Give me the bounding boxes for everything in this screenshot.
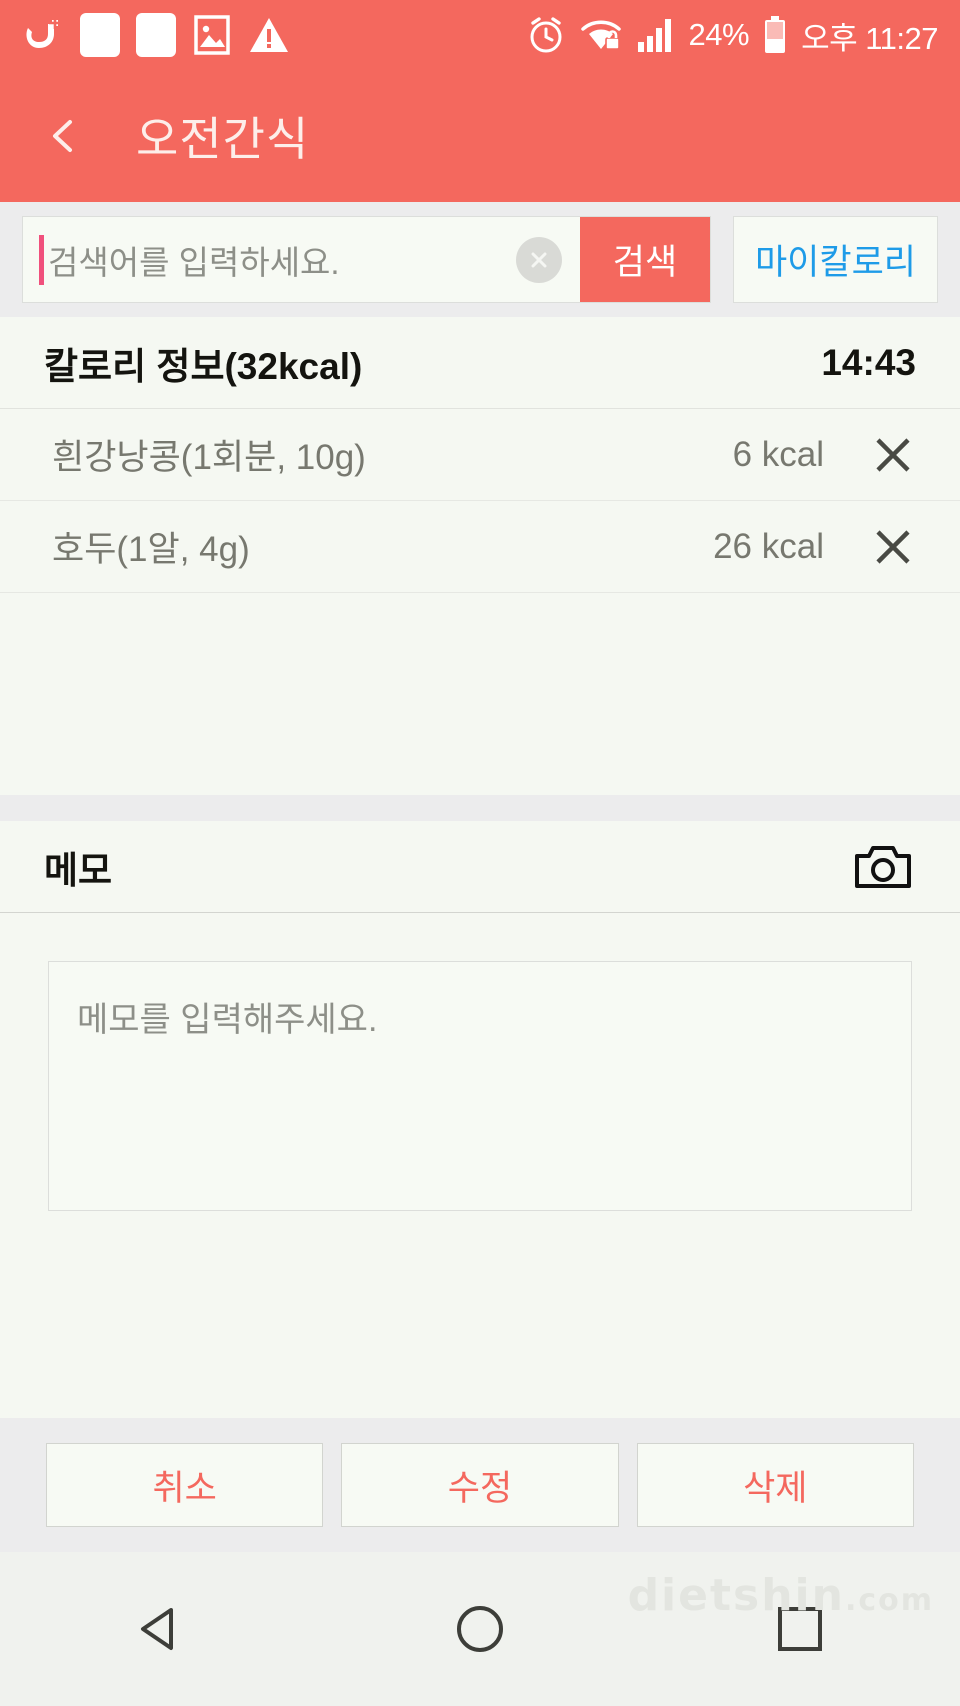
- cancel-button[interactable]: 취소: [46, 1443, 324, 1527]
- status-bar-right-icons: 24% 오후 11:27: [526, 13, 938, 58]
- status-bar-clock: 오후 11:27: [801, 20, 938, 56]
- calorie-info-time: 14:43: [821, 341, 916, 383]
- camera-icon[interactable]: [854, 844, 912, 890]
- table-row[interactable]: 흰강낭콩(1회분, 10g) 6 kcal: [0, 409, 960, 501]
- image-icon: [194, 15, 230, 55]
- wifi-locked-icon: [580, 20, 621, 50]
- close-x-icon[interactable]: [870, 524, 916, 570]
- search-button[interactable]: 검색: [580, 217, 710, 302]
- search-input[interactable]: 검색어를 입력하세요.: [23, 217, 516, 302]
- memo-header: 메모: [0, 821, 960, 913]
- memo-body: 메모를 입력해주세요.: [0, 913, 960, 1211]
- page-title: 오전간식: [136, 113, 310, 165]
- action-button-bar: 취소 수정 삭제: [0, 1418, 960, 1552]
- calorie-info-header: 칼로리 정보(32kcal) 14:43: [0, 317, 960, 409]
- warning-triangle-icon: [250, 18, 288, 52]
- close-x-icon[interactable]: [870, 432, 916, 478]
- status-bar: 24% 오후 11:27: [0, 0, 960, 70]
- calorie-info-title: 칼로리 정보(32kcal): [44, 345, 363, 387]
- nav-home-circle-icon[interactable]: [435, 1584, 525, 1674]
- delete-button[interactable]: 삭제: [636, 1443, 914, 1527]
- food-list-empty-space: [0, 593, 960, 795]
- app-screen: 24% 오후 11:27 오전간식 검색어를 입력하세요. 검색 마이칼로리 칼…: [0, 0, 960, 1706]
- android-navigation-bar: [0, 1552, 960, 1706]
- memo-title: 메모: [44, 849, 113, 891]
- search-input-group: 검색어를 입력하세요. 검색: [22, 216, 711, 303]
- food-list: 흰강낭콩(1회분, 10g) 6 kcal 호두(1알, 4g) 26 kcal: [0, 409, 960, 795]
- app-header: 오전간식: [0, 70, 960, 202]
- memo-input[interactable]: 메모를 입력해주세요.: [48, 961, 912, 1211]
- text-cursor: [39, 234, 44, 285]
- signal-bars-icon: [637, 19, 671, 52]
- table-row[interactable]: 호두(1알, 4g) 26 kcal: [0, 501, 960, 593]
- nav-recents-square-icon[interactable]: [755, 1584, 845, 1674]
- edit-button[interactable]: 수정: [341, 1443, 619, 1527]
- food-name: 호두(1알, 4g): [52, 530, 250, 569]
- food-kcal: 26 kcal: [713, 526, 824, 566]
- blank-square-icon: [136, 13, 176, 57]
- search-bar: 검색어를 입력하세요. 검색 마이칼로리: [0, 202, 960, 317]
- memo-placeholder: 메모를 입력해주세요.: [77, 1001, 378, 1039]
- close-circle-icon[interactable]: [516, 236, 562, 283]
- blank-square-icon: [80, 13, 120, 57]
- uplus-logo-icon: [26, 17, 61, 48]
- battery-low-icon: [765, 16, 786, 53]
- search-placeholder: 검색어를 입력하세요.: [48, 243, 340, 281]
- status-bar-left-icons: [22, 13, 290, 57]
- nav-back-triangle-icon[interactable]: [115, 1584, 205, 1674]
- food-kcal: 6 kcal: [732, 434, 824, 474]
- chevron-left-icon[interactable]: [42, 114, 86, 158]
- battery-percent-label: 24%: [688, 17, 750, 52]
- section-divider: [0, 795, 960, 821]
- food-name: 흰강낭콩(1회분, 10g): [52, 438, 366, 477]
- alarm-clock-icon: [530, 17, 562, 53]
- mycalorie-button[interactable]: 마이칼로리: [733, 216, 938, 303]
